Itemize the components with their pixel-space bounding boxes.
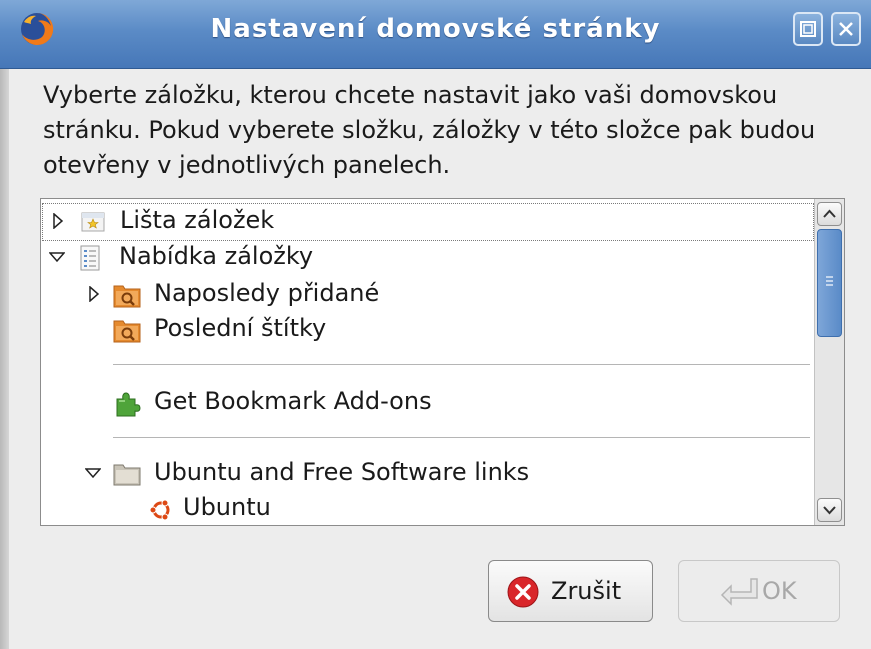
cancel-button[interactable]: Zrušit: [488, 560, 653, 622]
description-text: Vyberte záložku, kterou chcete nastavit …: [43, 81, 816, 179]
folder-icon: [113, 464, 141, 486]
bookmark-tree[interactable]: Lišta záložek Nabídka záložky Naposledy …: [40, 198, 845, 526]
cancel-button-label: Zrušit: [551, 577, 622, 605]
tree-row-bookmarks-menu[interactable]: Nabídka záložky: [41, 240, 811, 276]
title-bar[interactable]: Nastavení domovské stránky: [0, 0, 871, 69]
bookmarks-menu-icon: [80, 245, 100, 271]
close-button[interactable]: [831, 12, 861, 46]
ok-button[interactable]: OK: [678, 560, 840, 622]
tree-item-label: Poslední štítky: [154, 314, 327, 342]
smart-folder-icon: [113, 320, 141, 343]
tree-row-ubuntu[interactable]: Ubuntu: [41, 491, 811, 525]
scroll-thumb[interactable]: [817, 229, 842, 337]
expander-expanded-icon[interactable]: [49, 251, 65, 263]
scroll-down-button[interactable]: [817, 498, 842, 522]
maximize-icon: [800, 21, 816, 37]
maximize-button[interactable]: [793, 12, 823, 46]
tree-item-label: Naposledy přidané: [154, 279, 380, 307]
chevron-up-icon: [823, 209, 836, 218]
scroll-up-button[interactable]: [817, 202, 842, 226]
grip-icon: [826, 276, 833, 286]
smart-folder-icon: [113, 285, 141, 308]
tree-item-label: Lišta záložek: [120, 206, 275, 234]
puzzle-addon-icon: [116, 392, 141, 417]
window-edge: [0, 0, 9, 649]
enter-arrow-icon: [720, 578, 758, 606]
tree-row-ubuntu-links[interactable]: Ubuntu and Free Software links: [41, 456, 811, 492]
expander-collapsed-icon[interactable]: [52, 213, 64, 229]
window-title: Nastavení domovské stránky: [210, 14, 661, 44]
vertical-scrollbar[interactable]: [814, 199, 844, 525]
tree-item-label: Nabídka záložky: [119, 242, 314, 270]
tree-row-recently-added[interactable]: Naposledy přidané: [41, 277, 811, 313]
tree-separator: [113, 364, 810, 365]
bookmarks-toolbar-icon: [81, 212, 105, 232]
tree-row-recent-tags[interactable]: Poslední štítky: [41, 312, 811, 348]
tree-row-bookmarks-toolbar[interactable]: Lišta záložek: [42, 203, 814, 241]
ubuntu-logo-icon: [149, 499, 170, 521]
close-icon: [839, 22, 853, 36]
tree-item-label: Ubuntu and Free Software links: [154, 458, 530, 486]
ok-button-label: OK: [762, 577, 797, 605]
tree-separator: [113, 437, 810, 438]
expander-expanded-icon[interactable]: [85, 467, 101, 479]
tree-item-label: Ubuntu: [183, 493, 271, 521]
chevron-down-icon: [823, 506, 836, 515]
tree-item-label: Get Bookmark Add-ons: [154, 387, 432, 415]
tree-row-get-addons[interactable]: Get Bookmark Add-ons: [41, 385, 811, 421]
cancel-icon: [507, 576, 539, 608]
dialog-window: Nastavení domovské stránky Vyberte zálož…: [0, 0, 871, 649]
expander-collapsed-icon[interactable]: [88, 286, 100, 302]
